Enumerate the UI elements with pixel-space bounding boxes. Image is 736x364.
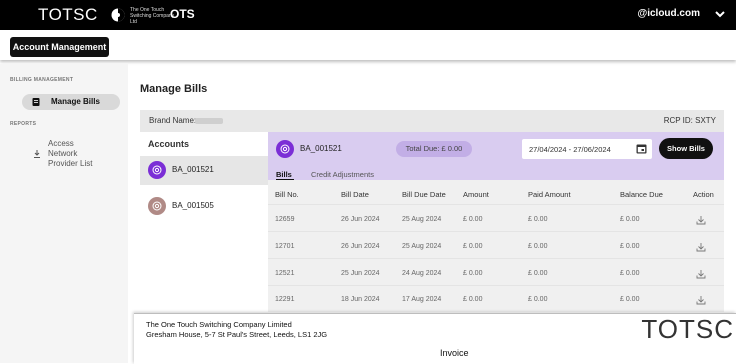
download-icon[interactable]	[696, 215, 706, 225]
cell-bill-no: 12291	[275, 296, 295, 303]
account-email[interactable]: @icloud.com	[637, 8, 700, 19]
account-label: BA_001505	[172, 201, 214, 210]
cell-bill-date: 18 Jun 2024	[341, 296, 380, 303]
reports-heading: REPORTS	[10, 121, 37, 127]
cell-bill-due-date: 25 Aug 2024	[402, 243, 442, 250]
download-icon	[34, 150, 40, 158]
column-header-amount: Amount	[463, 190, 489, 199]
toggle-circle-icon	[111, 8, 125, 22]
cell-paid-amount: £ 0.00	[528, 216, 548, 223]
tab-credit-adjustments[interactable]: Credit Adjustments	[311, 170, 374, 179]
cell-bill-due-date: 25 Aug 2024	[402, 216, 442, 223]
row-divider	[268, 204, 724, 205]
accounts-header: Accounts	[148, 139, 190, 149]
calendar-icon[interactable]	[636, 143, 647, 154]
billing-management-heading: BILLING MANAGEMENT	[10, 77, 74, 83]
sidebar-item-label: Provider List	[48, 159, 93, 168]
column-header-bill-date: Bill Date	[341, 190, 369, 199]
at-sign-icon	[152, 165, 162, 175]
row-divider	[268, 231, 724, 232]
cell-paid-amount: £ 0.00	[528, 270, 548, 277]
account-item-ba-001521[interactable]: BA_001521	[140, 156, 268, 185]
download-icon[interactable]	[696, 269, 706, 279]
invoice-logo: TOTSC	[641, 314, 734, 344]
brand-logo[interactable]: TOTSC	[38, 5, 98, 25]
selected-account-avatar	[276, 140, 294, 158]
invoice-company-address: Gresham House, 5-7 St Paul's Street, Lee…	[146, 330, 328, 339]
cell-bill-due-date: 24 Aug 2024	[402, 270, 442, 277]
active-tab-indicator	[276, 179, 294, 180]
cell-bill-date: 25 Jun 2024	[341, 270, 380, 277]
invoice-preview: The One Touch Switching Company Limited …	[134, 313, 736, 364]
sidebar-item-access-network-provider-list[interactable]: Access Network Provider List	[48, 139, 92, 169]
top-bar: TOTSC The One Touch Switching Company Lt…	[0, 0, 736, 30]
invoice-title: Invoice	[440, 348, 469, 358]
cell-bill-no: 12701	[275, 243, 295, 250]
page-title: Manage Bills	[140, 83, 208, 95]
cell-balance-due: £ 0.00	[620, 296, 640, 303]
at-sign-icon	[280, 144, 290, 154]
column-header-bill-no: Bill No.	[275, 190, 299, 199]
column-header-balance-due: Balance Due	[620, 190, 663, 199]
cell-bill-no: 12659	[275, 216, 295, 223]
column-header-action: Action	[693, 190, 714, 199]
sidebar-item-manage-bills[interactable]: Manage Bills	[22, 94, 120, 110]
cell-amount: £ 0.00	[463, 216, 483, 223]
rcp-id: RCP ID: SXTY	[663, 116, 716, 125]
cell-bill-due-date: 17 Aug 2024	[402, 296, 442, 303]
app-name: OTS	[170, 7, 195, 21]
brand-name-label: Brand Name:	[149, 116, 197, 125]
tab-bills[interactable]: Bills	[276, 170, 292, 179]
cell-bill-no: 12521	[275, 270, 295, 277]
download-icon[interactable]	[696, 295, 706, 305]
accounts-list: Accounts BA_001521 BA_001505	[140, 132, 268, 312]
brand-bar: Brand Name: RCP ID: SXTY	[140, 110, 724, 132]
cell-balance-due: £ 0.00	[620, 243, 640, 250]
cell-amount: £ 0.00	[463, 270, 483, 277]
account-avatar	[148, 161, 166, 179]
account-management-button[interactable]: Account Management	[10, 37, 109, 57]
at-sign-icon	[152, 201, 162, 211]
sidebar-item-label: Manage Bills	[51, 97, 100, 106]
cell-balance-due: £ 0.00	[620, 216, 640, 223]
sub-nav-bar	[0, 30, 736, 60]
show-bills-button[interactable]: Show Bills	[659, 138, 713, 159]
date-range-value: 27/04/2024 - 27/06/2024	[529, 145, 611, 154]
date-range-field[interactable]: 27/04/2024 - 27/06/2024	[522, 139, 652, 159]
selected-account-label: BA_001521	[300, 144, 342, 153]
sidebar-item-label: Network	[48, 149, 78, 158]
account-avatar	[148, 197, 166, 215]
row-divider	[268, 285, 724, 286]
cell-paid-amount: £ 0.00	[528, 243, 548, 250]
column-header-bill-due-date: Bill Due Date	[402, 190, 446, 199]
cell-balance-due: £ 0.00	[620, 270, 640, 277]
document-icon	[32, 98, 40, 106]
brand-name-value	[195, 118, 223, 124]
sidebar-item-label: Access	[48, 139, 74, 148]
account-label: BA_001521	[172, 165, 214, 174]
total-due-badge: Total Due: £ 0.00	[396, 141, 472, 157]
column-header-paid-amount: Paid Amount	[528, 190, 571, 199]
cell-paid-amount: £ 0.00	[528, 296, 548, 303]
cell-bill-date: 26 Jun 2024	[341, 243, 380, 250]
invoice-company-name: The One Touch Switching Company Limited	[146, 320, 292, 329]
cell-amount: £ 0.00	[463, 296, 483, 303]
download-icon[interactable]	[696, 242, 706, 252]
account-item-ba-001505[interactable]: BA_001505	[140, 192, 268, 221]
cell-bill-date: 26 Jun 2024	[341, 216, 380, 223]
chevron-down-icon[interactable]	[714, 9, 726, 19]
bills-panel: BA_001521 Total Due: £ 0.00 27/04/2024 -…	[268, 132, 724, 312]
cell-amount: £ 0.00	[463, 243, 483, 250]
row-divider	[268, 258, 724, 259]
